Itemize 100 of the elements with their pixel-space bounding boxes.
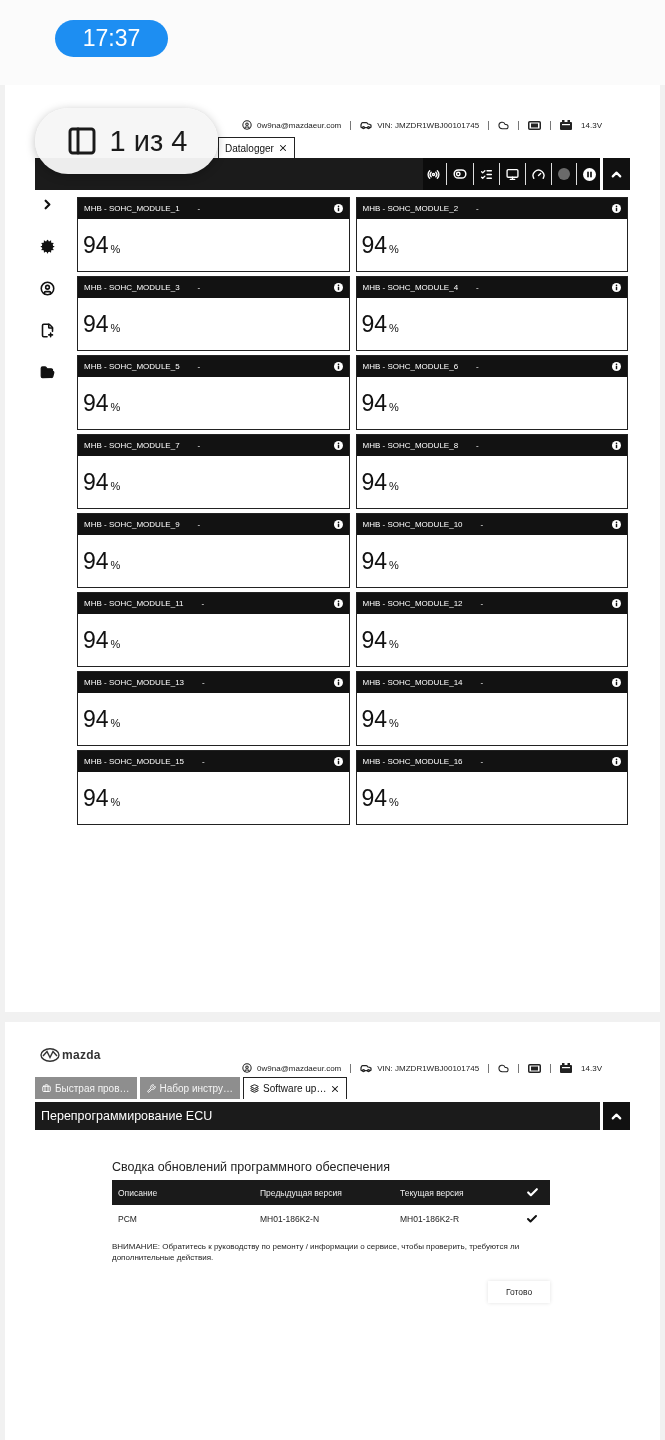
- collapse-button[interactable]: [603, 158, 630, 190]
- close-icon[interactable]: [277, 143, 288, 153]
- module-status: -: [197, 520, 201, 529]
- module-value: 94: [83, 626, 109, 654]
- unit-label: %: [389, 559, 399, 571]
- module-status: -: [480, 757, 484, 766]
- cloud-icon: [498, 119, 510, 131]
- device-icon: [528, 1063, 542, 1073]
- done-button[interactable]: Готово: [488, 1281, 550, 1303]
- module-name: MHB - SOHC_MODULE_14: [362, 678, 463, 687]
- unit-label: %: [389, 717, 399, 729]
- pause-icon[interactable]: [583, 167, 596, 181]
- module-status: -: [480, 599, 484, 608]
- module-status: -: [201, 599, 205, 608]
- user-icon[interactable]: [40, 281, 55, 296]
- module-value: 94: [83, 231, 109, 259]
- file-icon[interactable]: [40, 323, 55, 338]
- info-icon: [333, 678, 343, 687]
- tab[interactable]: Software up…: [243, 1077, 348, 1099]
- unit-label: %: [110, 559, 121, 571]
- gear-icon[interactable]: [40, 239, 55, 254]
- unit-label: %: [110, 322, 121, 334]
- user-icon: [242, 1063, 253, 1073]
- car-icon: [360, 1062, 373, 1074]
- module-value: 94: [83, 389, 109, 417]
- info-icon: [612, 757, 621, 766]
- unit-label: %: [110, 480, 121, 492]
- module-value: 94: [361, 784, 388, 812]
- info-icon: [333, 599, 343, 608]
- module-value: 94: [83, 705, 109, 733]
- briefcase-icon: [42, 1084, 51, 1093]
- module-name: MHB - SOHC_MODULE_4: [362, 283, 459, 292]
- tab[interactable]: Datalogger: [218, 137, 295, 158]
- toggle-icon[interactable]: [453, 167, 467, 181]
- column-header: Текущая версия: [400, 1187, 465, 1198]
- car-icon: [360, 119, 373, 131]
- info-icon: [612, 520, 621, 529]
- unit-label: %: [110, 796, 121, 808]
- close-icon[interactable]: [330, 1083, 341, 1094]
- info-icon: [612, 599, 621, 608]
- module-value: 94: [83, 468, 109, 496]
- unit-label: %: [110, 638, 121, 650]
- module-status: -: [197, 362, 201, 371]
- info-icon: [612, 678, 621, 687]
- column-header: Описание: [118, 1187, 159, 1198]
- page-title: Перепрограммирование ECU: [41, 1109, 213, 1123]
- info-icon: [333, 362, 343, 371]
- user-email: 0w9na@mazdaeur.com: [257, 120, 342, 130]
- voltage-text: 14.3V: [581, 120, 602, 130]
- unit-label: %: [389, 480, 399, 492]
- signal-icon[interactable]: [427, 167, 440, 181]
- module-name: MHB - SOHC_MODULE_11: [84, 599, 184, 608]
- module-status: -: [202, 678, 205, 687]
- table-cell-text: MH01-186K2-R: [400, 1214, 461, 1224]
- monitor-icon[interactable]: [506, 167, 519, 181]
- summary-title: Сводка обновлений программного обеспечения: [112, 1160, 392, 1174]
- warning-text: ВНИМАНИЕ: Обратитесь к руководству по ремонту / информации о сервисе, чтобы проверить, требуются ли дополнительные действия.: [112, 1241, 521, 1263]
- unit-label: %: [389, 401, 399, 413]
- module-value: 94: [361, 389, 388, 417]
- device-icon: [528, 120, 542, 130]
- voltage-text: 14.3V: [581, 1063, 602, 1073]
- module-status: -: [197, 204, 201, 213]
- info-icon: [612, 204, 621, 213]
- module-status: -: [476, 441, 479, 450]
- info-icon: [612, 441, 621, 450]
- unit-label: %: [389, 322, 399, 334]
- layers-icon: [250, 1084, 260, 1093]
- info-icon: [612, 283, 621, 292]
- module-status: -: [480, 678, 484, 687]
- battery-icon: [560, 120, 573, 130]
- unit-label: %: [110, 243, 121, 255]
- module-value: 94: [83, 784, 109, 812]
- module-name: MHB - SOHC_MODULE_3: [84, 283, 180, 292]
- module-value: 94: [361, 705, 388, 733]
- module-value: 94: [361, 231, 388, 259]
- module-name: MHB - SOHC_MODULE_5: [84, 362, 180, 371]
- module-name: MHB - SOHC_MODULE_16: [362, 757, 463, 766]
- list-icon[interactable]: [480, 167, 493, 181]
- module-value: 94: [83, 310, 109, 338]
- module-status: -: [197, 283, 201, 292]
- page-counter[interactable]: 1 из 4: [35, 108, 218, 174]
- gauge-icon[interactable]: [532, 167, 545, 181]
- collapse-button[interactable]: [603, 1102, 630, 1130]
- info-icon: [333, 204, 343, 213]
- module-name: MHB - SOHC_MODULE_13: [84, 678, 185, 687]
- module-value: 94: [361, 310, 388, 338]
- module-name: MHB - SOHC_MODULE_1: [84, 204, 180, 213]
- logo-text: mazda: [62, 1048, 101, 1062]
- module-name: MHB - SOHC_MODULE_2: [362, 204, 459, 213]
- module-value: 94: [361, 468, 388, 496]
- module-status: -: [480, 520, 484, 529]
- record-icon[interactable]: [558, 168, 570, 180]
- unit-label: %: [389, 243, 399, 255]
- vin-text: VIN: JMZDR1WBJ00101745: [377, 1063, 480, 1073]
- module-name: MHB - SOHC_MODULE_8: [362, 441, 459, 450]
- unit-label: %: [110, 717, 121, 729]
- module-name: MHB - SOHC_MODULE_12: [362, 599, 463, 608]
- info-icon: [333, 757, 343, 766]
- folder-icon[interactable]: [40, 365, 55, 380]
- info-icon: [612, 362, 621, 371]
